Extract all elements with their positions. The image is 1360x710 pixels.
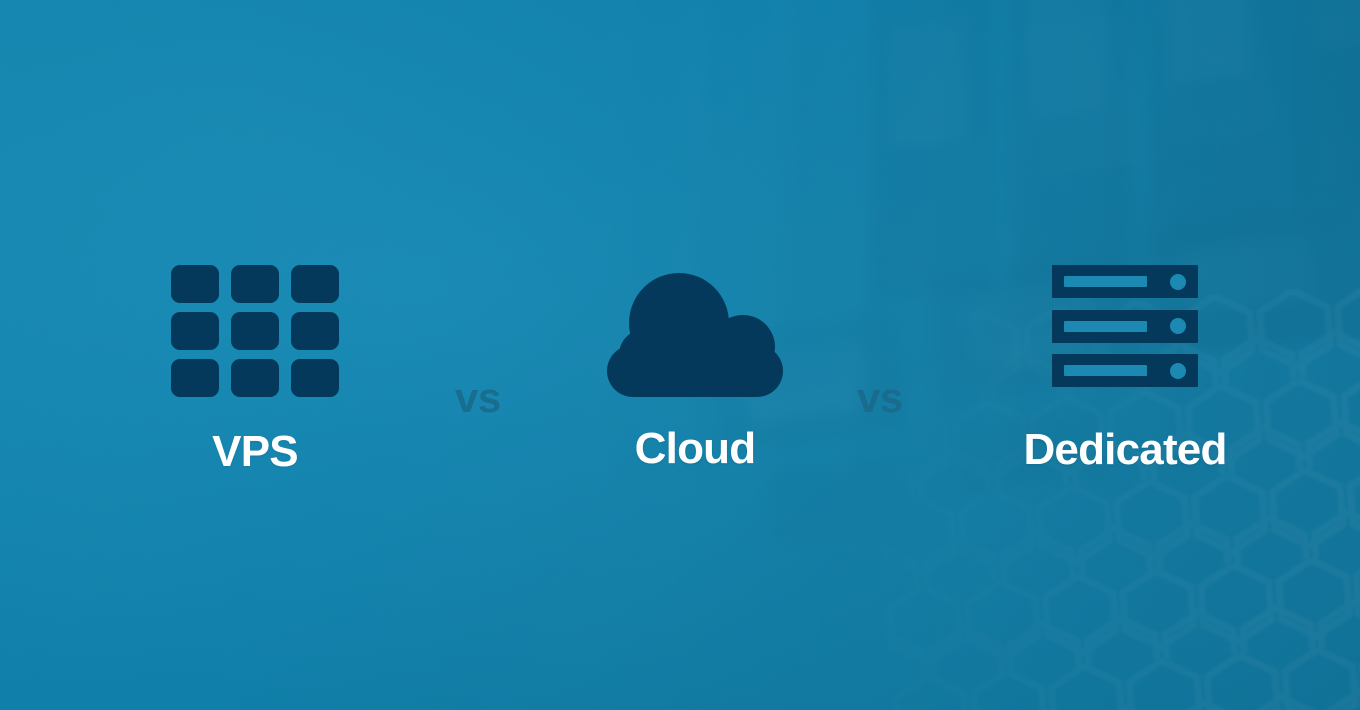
- vs-separator-2: vs: [857, 374, 903, 421]
- server-rack-icon: [1052, 265, 1198, 387]
- server-slot: [1064, 365, 1147, 376]
- grid-cell: [171, 265, 219, 303]
- grid-cell: [291, 312, 339, 350]
- option-label-dedicated: Dedicated: [1023, 425, 1227, 474]
- server-led-icon: [1170, 362, 1186, 379]
- grid-cell: [291, 265, 339, 303]
- server-unit: [1052, 309, 1198, 343]
- server-led-icon: [1170, 318, 1186, 334]
- server-slot: [1064, 276, 1147, 287]
- server-slot: [1064, 320, 1147, 332]
- server-unit: [1052, 265, 1198, 298]
- comparison-row: VPS vs Cloud vs Dedicated: [0, 0, 1360, 710]
- grid-cell: [231, 265, 279, 303]
- server-unit: [1052, 354, 1198, 387]
- server-led-icon: [1170, 273, 1186, 290]
- grid-cell: [291, 359, 339, 397]
- grid-cell: [231, 359, 279, 397]
- option-label-cloud: Cloud: [634, 424, 756, 473]
- option-vps: VPS: [100, 265, 410, 474]
- grid-cell: [231, 312, 279, 350]
- vs-separator-1: vs: [455, 374, 501, 421]
- option-label-vps: VPS: [212, 427, 298, 476]
- option-dedicated: Dedicated: [965, 265, 1285, 472]
- grid-3x3-icon: [171, 265, 339, 397]
- hero-banner: VPS vs Cloud vs Dedicated: [0, 0, 1360, 710]
- grid-cell: [171, 312, 219, 350]
- option-cloud: Cloud: [540, 265, 850, 471]
- cloud-icon: [607, 265, 783, 397]
- grid-cell: [171, 359, 219, 397]
